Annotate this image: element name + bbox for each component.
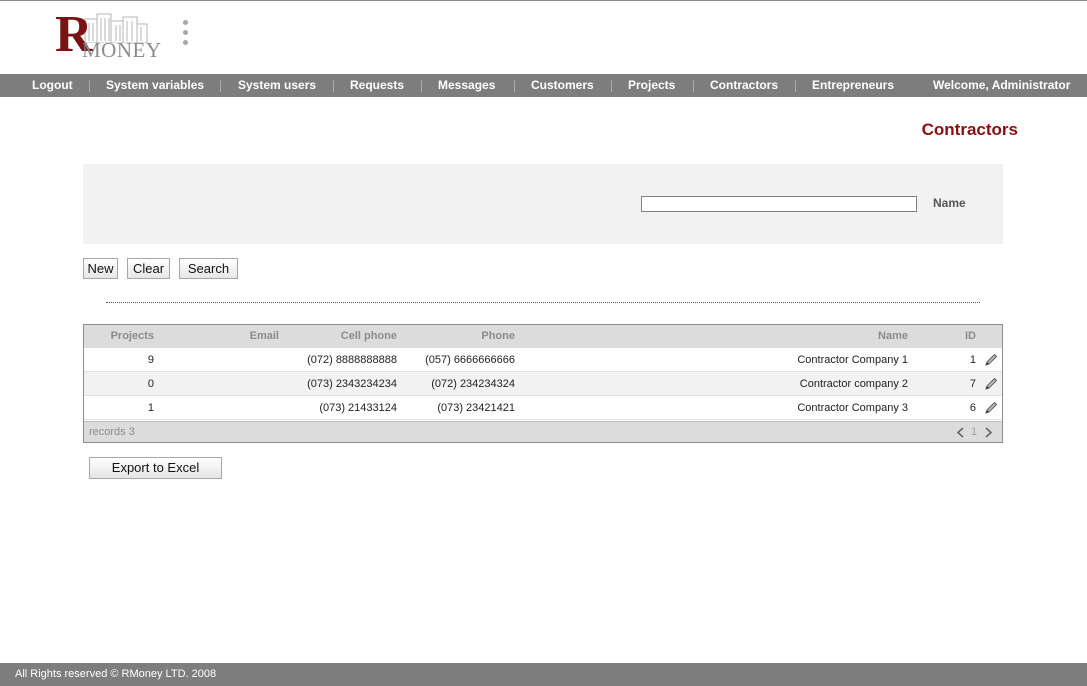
cell-phone: (057) 6666666666 xyxy=(425,354,515,366)
nav-separator xyxy=(514,80,515,92)
new-button[interactable]: New xyxy=(83,258,118,279)
cell-projects: 1 xyxy=(147,402,154,414)
search-panel: Name xyxy=(83,164,1003,244)
table-row[interactable]: 9 (072) 8888888888 (057) 6666666666 Cont… xyxy=(84,348,1002,372)
contractors-table: Projects Email Cell phone Phone Name ID … xyxy=(83,324,1003,443)
nav-item-projects[interactable]: Projects xyxy=(628,74,675,97)
cell-projects: 0 xyxy=(147,378,154,390)
column-header-name[interactable]: Name xyxy=(878,325,908,348)
main-navigation: Logout System variables System users Req… xyxy=(0,74,1087,97)
nav-separator xyxy=(611,80,612,92)
nav-separator xyxy=(333,80,334,92)
cell-id: 1 xyxy=(969,354,976,366)
cell-name: Contractor Company 3 xyxy=(797,402,908,414)
nav-item-contractors[interactable]: Contractors xyxy=(710,74,778,97)
export-to-excel-button[interactable]: Export to Excel xyxy=(89,457,222,479)
logo-dots xyxy=(183,20,189,56)
nav-item-customers[interactable]: Customers xyxy=(531,74,594,97)
pencil-icon[interactable] xyxy=(983,376,999,392)
nav-separator xyxy=(89,80,90,92)
brand-logo: R MONEY xyxy=(55,9,165,65)
copyright-text: All Rights reserved © RMoney LTD. 2008 xyxy=(15,668,217,680)
table-header: Projects Email Cell phone Phone Name ID xyxy=(84,325,1002,348)
name-search-input[interactable] xyxy=(641,196,917,212)
column-header-email[interactable]: Email xyxy=(250,325,279,348)
cell-projects: 9 xyxy=(147,354,154,366)
cell-cell-phone: (073) 21433124 xyxy=(319,402,397,414)
nav-separator xyxy=(693,80,694,92)
welcome-text: Welcome, Administrator xyxy=(933,78,1071,92)
column-header-phone[interactable]: Phone xyxy=(481,325,515,348)
logo-word: MONEY xyxy=(82,38,162,62)
name-search-label: Name xyxy=(933,196,966,210)
nav-item-system-users[interactable]: System users xyxy=(238,74,316,97)
nav-item-entrepreneurs[interactable]: Entrepreneurs xyxy=(812,74,894,97)
cell-phone: (073) 23421421 xyxy=(437,402,515,414)
nav-item-requests[interactable]: Requests xyxy=(350,74,404,97)
pager-page-number[interactable]: 1 xyxy=(971,422,977,443)
cell-name: Contractor Company 1 xyxy=(797,354,908,366)
records-count: records 3 xyxy=(89,426,135,438)
table-footer: records 3 1 xyxy=(84,421,1002,442)
dotted-divider xyxy=(106,302,980,303)
cell-id: 6 xyxy=(969,402,976,414)
pencil-icon[interactable] xyxy=(983,400,999,416)
column-header-projects[interactable]: Projects xyxy=(111,325,154,348)
nav-item-system-variables[interactable]: System variables xyxy=(106,74,204,97)
nav-separator xyxy=(795,80,796,92)
cell-cell-phone: (073) 2343234234 xyxy=(307,378,397,390)
clear-button[interactable]: Clear xyxy=(127,258,170,279)
nav-separator xyxy=(421,80,422,92)
column-header-id[interactable]: ID xyxy=(965,325,976,348)
table-row[interactable]: 1 (073) 21433124 (073) 23421421 Contract… xyxy=(84,396,1002,420)
chevron-left-icon[interactable] xyxy=(956,427,965,438)
top-border xyxy=(0,0,1087,1)
cell-id: 7 xyxy=(969,378,976,390)
search-button[interactable]: Search xyxy=(179,258,238,279)
table-row[interactable]: 0 (073) 2343234234 (072) 234234324 Contr… xyxy=(84,372,1002,396)
column-header-cell-phone[interactable]: Cell phone xyxy=(341,325,397,348)
page-footer: All Rights reserved © RMoney LTD. 2008 xyxy=(0,663,1087,686)
nav-separator xyxy=(220,80,221,92)
nav-item-logout[interactable]: Logout xyxy=(32,74,73,97)
nav-item-messages[interactable]: Messages xyxy=(438,74,495,97)
page-title: Contractors xyxy=(921,120,1018,139)
cell-phone: (072) 234234324 xyxy=(431,378,515,390)
pencil-icon[interactable] xyxy=(983,352,999,368)
cell-name: Contractor company 2 xyxy=(799,378,908,390)
cell-cell-phone: (072) 8888888888 xyxy=(307,354,397,366)
chevron-right-icon[interactable] xyxy=(984,427,993,438)
